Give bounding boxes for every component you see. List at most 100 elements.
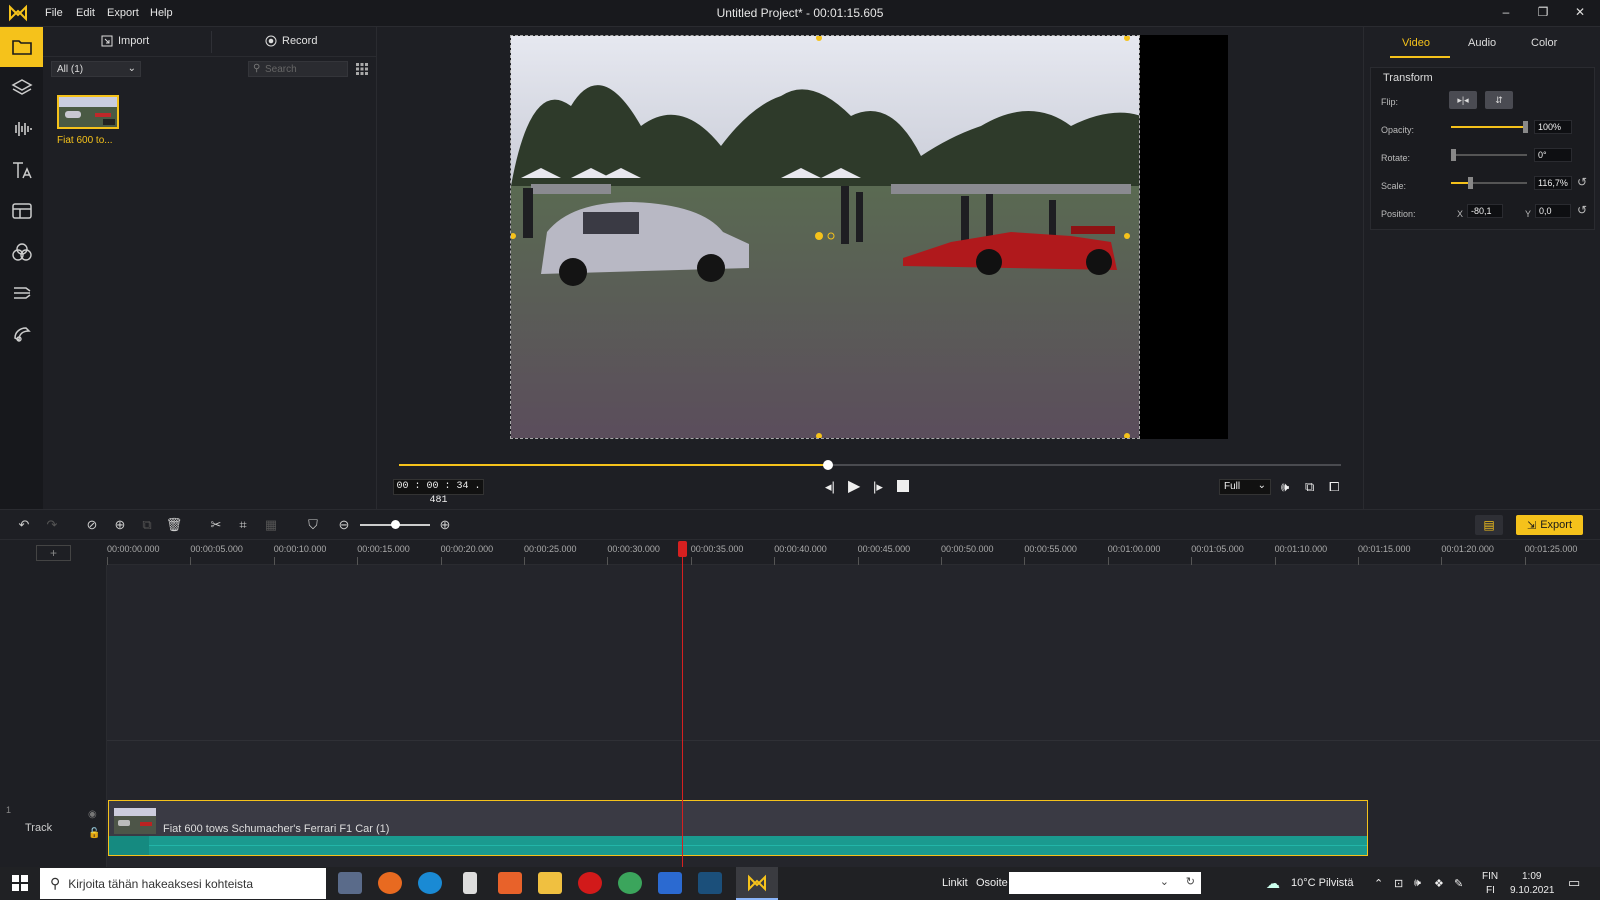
rotate-slider-knob[interactable]: [1451, 149, 1456, 161]
file-explorer-icon[interactable]: [538, 872, 562, 894]
media-search-input[interactable]: ⚲ Search: [248, 61, 348, 77]
document-icon[interactable]: [658, 872, 682, 894]
redo-icon[interactable]: ↷: [43, 517, 61, 533]
opacity-field[interactable]: 100%: [1534, 120, 1572, 134]
taskbar-app-4-icon[interactable]: [463, 872, 477, 894]
position-y-field[interactable]: 0,0: [1535, 204, 1571, 218]
snapshot-icon[interactable]: ⧉: [1305, 479, 1314, 495]
freeze-frame-icon[interactable]: ▦: [262, 517, 280, 533]
add-track-button[interactable]: +: [36, 545, 71, 561]
tab-video[interactable]: Video: [1402, 37, 1430, 49]
eye-icon[interactable]: ◉: [88, 809, 97, 820]
zoom-slider-knob[interactable]: [391, 520, 400, 529]
crop-icon[interactable]: ⌗: [234, 517, 252, 533]
clock-date[interactable]: 9.10.2021: [1510, 885, 1555, 896]
scale-slider[interactable]: [1451, 177, 1527, 189]
clock-time[interactable]: 1:09: [1522, 871, 1541, 882]
search-placeholder: Search: [265, 64, 297, 75]
minimize-button[interactable]: –: [1496, 5, 1516, 21]
reset-position-icon[interactable]: ↺: [1577, 203, 1587, 217]
import-button[interactable]: Import: [101, 35, 149, 47]
sidebar-audio-button[interactable]: [0, 109, 43, 149]
dropbox-icon[interactable]: ❖: [1434, 877, 1444, 890]
firefox-icon[interactable]: [378, 872, 402, 894]
sidebar-templates-button[interactable]: [0, 191, 43, 231]
weather-text[interactable]: 10°C Pilvistä: [1291, 877, 1353, 889]
links-label[interactable]: Linkit: [942, 877, 968, 889]
sidebar-elements-button[interactable]: [0, 314, 43, 354]
video-frame[interactable]: [510, 35, 1140, 439]
language-bottom[interactable]: FI: [1486, 885, 1495, 896]
tray-chevron-icon[interactable]: ⌃: [1374, 877, 1383, 890]
split-scissors-icon[interactable]: ✂: [207, 517, 225, 533]
stop-icon[interactable]: [897, 480, 909, 492]
undo-icon[interactable]: ↶: [15, 517, 33, 533]
notifications-icon[interactable]: ▭: [1568, 875, 1580, 891]
export-button[interactable]: ⇲ Export: [1516, 515, 1583, 535]
taskbar-app-1-icon[interactable]: [338, 872, 362, 894]
network-icon[interactable]: ⊡: [1394, 877, 1403, 890]
close-button[interactable]: ✕: [1570, 5, 1590, 21]
windows-start-icon[interactable]: [12, 875, 28, 891]
volume-icon[interactable]: 🕪: [1281, 479, 1289, 495]
sidebar-layers-button[interactable]: [0, 68, 43, 108]
paste-icon[interactable]: ⧉: [138, 517, 156, 533]
rotate-slider[interactable]: [1451, 149, 1527, 161]
ruler-tick-label: 00:00:10.000: [273, 544, 327, 554]
tab-audio[interactable]: Audio: [1468, 37, 1496, 49]
taskbar-app-10-icon[interactable]: [698, 872, 722, 894]
sidebar-text-button[interactable]: [0, 150, 43, 190]
grid-view-icon[interactable]: [355, 62, 369, 76]
progress-knob[interactable]: [822, 460, 833, 470]
sidebar-filters-button[interactable]: [0, 232, 43, 272]
scale-field[interactable]: 116,7%: [1534, 176, 1572, 190]
ruler-tick-label: 00:00:55.000: [1024, 544, 1077, 554]
media-thumbnail[interactable]: [57, 95, 119, 129]
flip-vertical-icon[interactable]: ⇵: [1485, 91, 1513, 109]
media-filter-select[interactable]: All (1) ⌄: [51, 61, 141, 77]
scale-slider-knob[interactable]: [1468, 177, 1474, 189]
zoom-out-icon[interactable]: ⊖: [335, 517, 353, 533]
add-copy-icon[interactable]: ⊕: [111, 517, 129, 533]
step-forward-icon[interactable]: |▸: [873, 479, 883, 495]
xampp-icon[interactable]: [498, 872, 522, 894]
opacity-slider[interactable]: [1451, 121, 1528, 133]
step-back-icon[interactable]: ◂|: [825, 479, 835, 495]
record-button[interactable]: Record: [265, 35, 317, 47]
volume-icon[interactable]: 🕪: [1414, 877, 1421, 890]
restore-button[interactable]: ❐: [1533, 5, 1553, 21]
lock-icon[interactable]: 🔓: [88, 828, 100, 839]
position-x-field[interactable]: -80,1: [1467, 204, 1503, 218]
sidebar-transitions-button[interactable]: [0, 273, 43, 313]
rotate-field[interactable]: 0°: [1534, 148, 1572, 162]
sidebar-media-button[interactable]: [0, 27, 43, 67]
zoom-in-icon[interactable]: ⊕: [436, 517, 454, 533]
playhead-handle[interactable]: [678, 541, 687, 557]
opacity-slider-knob[interactable]: [1523, 121, 1528, 133]
tab-color[interactable]: Color: [1531, 37, 1557, 49]
pen-icon[interactable]: ✎: [1454, 877, 1463, 890]
fullscreen-icon[interactable]: ⧠: [1329, 479, 1339, 495]
reset-scale-icon[interactable]: ↺: [1577, 175, 1587, 189]
marker-icon[interactable]: ⛉: [304, 517, 322, 533]
opera-icon[interactable]: [578, 872, 602, 894]
address-input[interactable]: ⌄ ↻: [1009, 872, 1201, 894]
chrome-icon[interactable]: [618, 872, 642, 894]
edge-icon[interactable]: [418, 872, 442, 894]
play-icon[interactable]: ▶: [848, 476, 860, 496]
timeline-zoom-slider[interactable]: [360, 520, 430, 529]
ruler-tick-label: 00:00:00.000: [107, 544, 160, 554]
video-clip[interactable]: Fiat 600 tows Schumacher's Ferrari F1 Ca…: [108, 800, 1368, 856]
playback-progress-bar[interactable]: [399, 460, 1341, 470]
delete-gap-icon[interactable]: ⊘: [83, 517, 101, 533]
preview-zoom-select[interactable]: Full ⌄: [1219, 479, 1271, 495]
trash-icon[interactable]: 🗑: [165, 517, 183, 533]
taskbar-search-input[interactable]: ⚲ Kirjoita tähän hakeaksesi kohteista: [40, 868, 326, 899]
layers-icon: [10, 79, 33, 95]
flip-horizontal-icon[interactable]: ▸|◂: [1449, 91, 1477, 109]
render-preview-icon[interactable]: ▤: [1475, 515, 1503, 535]
language-top[interactable]: FIN: [1482, 871, 1498, 882]
active-app-tile[interactable]: [736, 867, 778, 900]
refresh-icon[interactable]: ↻: [1186, 875, 1195, 888]
time-ruler[interactable]: 00:00:00.000 00:00:05.000 00:00:10.000 00:0…: [107, 540, 1600, 565]
